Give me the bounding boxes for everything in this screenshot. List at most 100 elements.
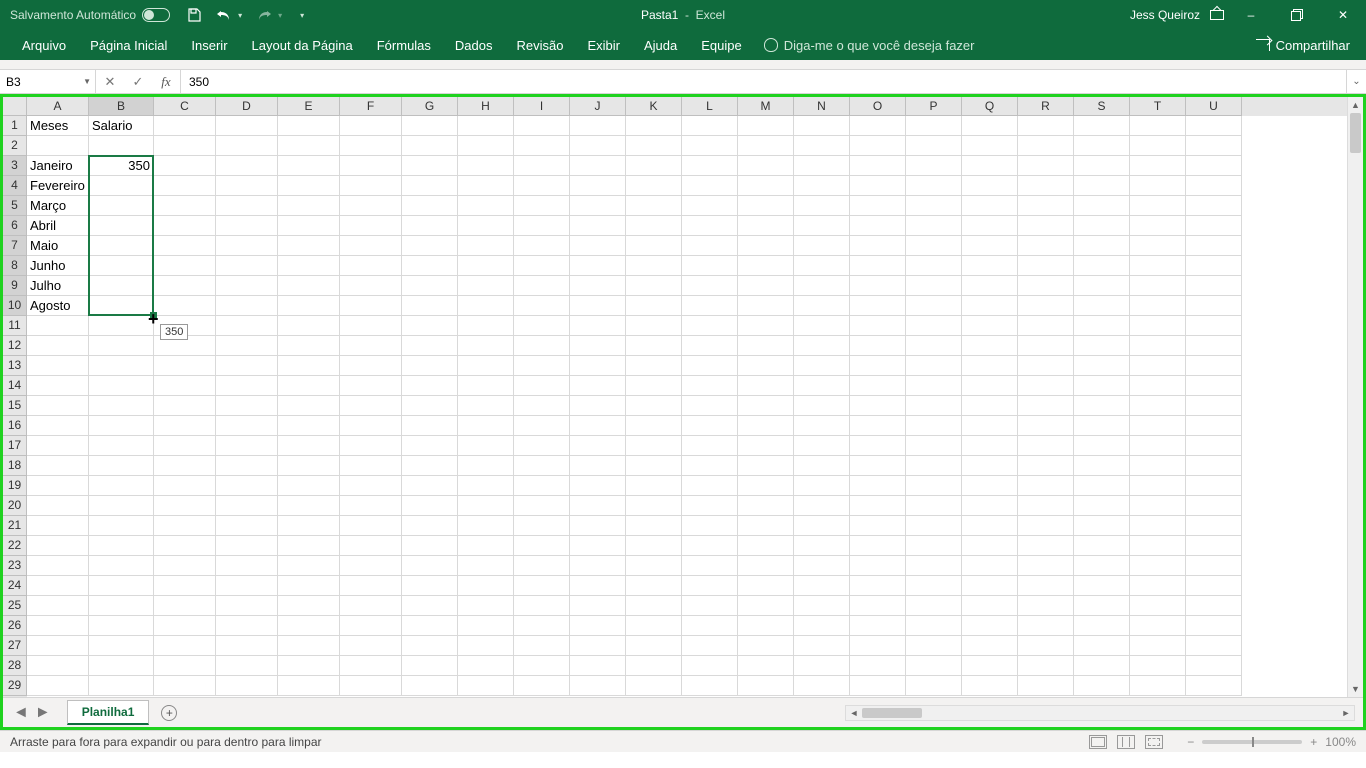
cell-N1[interactable] — [794, 116, 850, 136]
cell-P6[interactable] — [906, 216, 962, 236]
cell-K23[interactable] — [626, 556, 682, 576]
column-header-O[interactable]: O — [850, 97, 906, 116]
cell-E21[interactable] — [278, 516, 340, 536]
vscroll-thumb[interactable] — [1350, 113, 1361, 153]
cell-C12[interactable] — [154, 336, 216, 356]
cell-N17[interactable] — [794, 436, 850, 456]
cell-O21[interactable] — [850, 516, 906, 536]
cell-Q27[interactable] — [962, 636, 1018, 656]
row-header-12[interactable]: 12 — [3, 336, 27, 356]
cell-A11[interactable] — [27, 316, 89, 336]
cell-B19[interactable] — [89, 476, 154, 496]
cell-T29[interactable] — [1130, 676, 1186, 696]
cell-E27[interactable] — [278, 636, 340, 656]
cell-B5[interactable] — [89, 196, 154, 216]
cell-I11[interactable] — [514, 316, 570, 336]
cell-C11[interactable] — [154, 316, 216, 336]
cell-H24[interactable] — [458, 576, 514, 596]
cell-H27[interactable] — [458, 636, 514, 656]
cell-S29[interactable] — [1074, 676, 1130, 696]
cell-S25[interactable] — [1074, 596, 1130, 616]
cell-M17[interactable] — [738, 436, 794, 456]
cell-N23[interactable] — [794, 556, 850, 576]
cell-T12[interactable] — [1130, 336, 1186, 356]
cell-K5[interactable] — [626, 196, 682, 216]
cell-O1[interactable] — [850, 116, 906, 136]
cell-H20[interactable] — [458, 496, 514, 516]
cell-R2[interactable] — [1018, 136, 1074, 156]
close-button[interactable]: ✕ — [1320, 0, 1366, 30]
cell-S20[interactable] — [1074, 496, 1130, 516]
cell-M6[interactable] — [738, 216, 794, 236]
cell-J6[interactable] — [570, 216, 626, 236]
cell-D6[interactable] — [216, 216, 278, 236]
row-header-18[interactable]: 18 — [3, 456, 27, 476]
cell-T2[interactable] — [1130, 136, 1186, 156]
cell-A16[interactable] — [27, 416, 89, 436]
cell-A8[interactable]: Junho — [27, 256, 89, 276]
cell-J2[interactable] — [570, 136, 626, 156]
cell-T5[interactable] — [1130, 196, 1186, 216]
cell-F8[interactable] — [340, 256, 402, 276]
cell-B11[interactable] — [89, 316, 154, 336]
cell-R11[interactable] — [1018, 316, 1074, 336]
cell-B24[interactable] — [89, 576, 154, 596]
cell-N19[interactable] — [794, 476, 850, 496]
cell-P25[interactable] — [906, 596, 962, 616]
cell-O13[interactable] — [850, 356, 906, 376]
cell-F29[interactable] — [340, 676, 402, 696]
cell-T18[interactable] — [1130, 456, 1186, 476]
cell-F20[interactable] — [340, 496, 402, 516]
cell-F2[interactable] — [340, 136, 402, 156]
cell-U4[interactable] — [1186, 176, 1242, 196]
cell-D10[interactable] — [216, 296, 278, 316]
cell-O5[interactable] — [850, 196, 906, 216]
cell-Q28[interactable] — [962, 656, 1018, 676]
cell-B4[interactable] — [89, 176, 154, 196]
cell-O20[interactable] — [850, 496, 906, 516]
cell-L23[interactable] — [682, 556, 738, 576]
cell-Q2[interactable] — [962, 136, 1018, 156]
cell-G29[interactable] — [402, 676, 458, 696]
cell-S14[interactable] — [1074, 376, 1130, 396]
cell-R16[interactable] — [1018, 416, 1074, 436]
cell-U7[interactable] — [1186, 236, 1242, 256]
column-header-B[interactable]: B — [89, 97, 154, 116]
cell-F17[interactable] — [340, 436, 402, 456]
cell-C4[interactable] — [154, 176, 216, 196]
cell-F11[interactable] — [340, 316, 402, 336]
cell-P5[interactable] — [906, 196, 962, 216]
cell-E20[interactable] — [278, 496, 340, 516]
cell-P15[interactable] — [906, 396, 962, 416]
cell-O26[interactable] — [850, 616, 906, 636]
cell-A17[interactable] — [27, 436, 89, 456]
cell-I26[interactable] — [514, 616, 570, 636]
cell-A7[interactable]: Maio — [27, 236, 89, 256]
cell-H13[interactable] — [458, 356, 514, 376]
row-header-19[interactable]: 19 — [3, 476, 27, 496]
cell-P10[interactable] — [906, 296, 962, 316]
cell-P8[interactable] — [906, 256, 962, 276]
cell-P26[interactable] — [906, 616, 962, 636]
cell-B23[interactable] — [89, 556, 154, 576]
cell-O2[interactable] — [850, 136, 906, 156]
cell-D22[interactable] — [216, 536, 278, 556]
cell-L14[interactable] — [682, 376, 738, 396]
cell-R4[interactable] — [1018, 176, 1074, 196]
cell-T24[interactable] — [1130, 576, 1186, 596]
cell-K3[interactable] — [626, 156, 682, 176]
view-page-break-icon[interactable] — [1145, 735, 1163, 749]
cell-O7[interactable] — [850, 236, 906, 256]
cell-G11[interactable] — [402, 316, 458, 336]
cell-A5[interactable]: Março — [27, 196, 89, 216]
cell-K4[interactable] — [626, 176, 682, 196]
cell-I13[interactable] — [514, 356, 570, 376]
cell-K20[interactable] — [626, 496, 682, 516]
cell-O18[interactable] — [850, 456, 906, 476]
cell-H3[interactable] — [458, 156, 514, 176]
restore-button[interactable] — [1274, 0, 1320, 30]
cell-F19[interactable] — [340, 476, 402, 496]
cell-S4[interactable] — [1074, 176, 1130, 196]
cell-Q16[interactable] — [962, 416, 1018, 436]
cell-H18[interactable] — [458, 456, 514, 476]
